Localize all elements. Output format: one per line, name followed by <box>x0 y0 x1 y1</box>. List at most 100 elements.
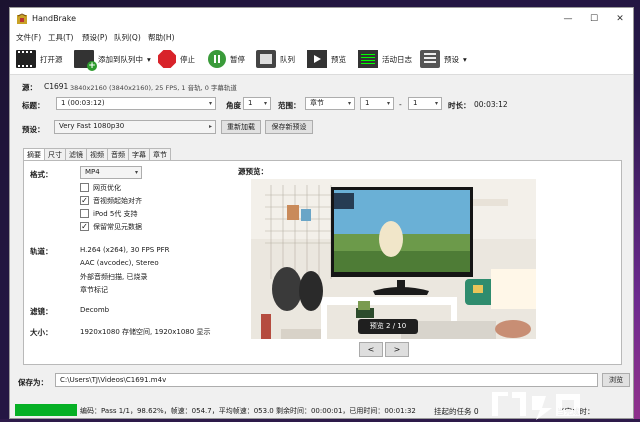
ipod-support-checkbox[interactable] <box>80 209 89 218</box>
chevron-down-icon[interactable]: ▾ <box>463 55 467 64</box>
handbrake-app-icon <box>17 13 27 24</box>
chevron-down-icon: ▾ <box>386 100 390 107</box>
preset-select-value: Very Fast 1080p30 <box>59 122 125 130</box>
open-source-label: 打开源 <box>40 54 63 64</box>
range-type-value: 章节 <box>310 99 324 107</box>
presets-icon <box>420 50 440 68</box>
chevron-down-icon: ▾ <box>347 100 351 107</box>
queue-pending-text: 挂起的任务 0 <box>434 407 479 416</box>
angle-select[interactable]: 1 ▾ <box>243 97 271 110</box>
add-to-queue-button[interactable]: 添加到队列中 ▾ <box>74 49 151 71</box>
chevron-down-icon: ▾ <box>434 100 438 107</box>
preset-label: 预设： <box>22 125 45 134</box>
preview-counter-badge: 预览 2 / 10 <box>358 319 418 334</box>
title-bar[interactable]: HandBrake — ☐ ✕ <box>10 8 633 30</box>
source-name: C1691 <box>44 82 69 91</box>
tab-dimensions[interactable]: 尺寸 <box>44 148 66 160</box>
menu-queue[interactable]: 队列(Q) <box>114 32 141 43</box>
size-label: 大小： <box>30 328 53 337</box>
pause-label: 暂停 <box>230 54 245 64</box>
preview-label: 预览 <box>331 54 346 64</box>
tab-filters[interactable]: 滤镜 <box>65 148 87 160</box>
handbrake-window: HandBrake — ☐ ✕ 文件(F) 工具(T) 预设(P) 队列(Q) … <box>9 7 634 420</box>
range-label: 范围： <box>278 101 301 110</box>
menu-presets[interactable]: 预设(P) <box>82 32 107 43</box>
ipod-support-label: iPod 5代 支持 <box>93 210 138 218</box>
queue-button[interactable]: 队列 <box>256 49 295 69</box>
filters-label: 滤镜： <box>30 307 53 316</box>
save-as-label: 保存为： <box>18 378 48 387</box>
tab-audio[interactable]: 音频 <box>107 148 129 160</box>
presets-button[interactable]: 预设 ▾ <box>420 49 467 69</box>
encode-progress-bar <box>15 404 77 416</box>
preview-icon <box>307 50 327 68</box>
queue-label: 队列 <box>280 54 295 64</box>
menu-bar: 文件(F) 工具(T) 预设(P) 队列(Q) 帮助(H) <box>10 30 633 44</box>
activity-log-button[interactable]: 活动日志 <box>358 49 412 69</box>
summary-panel: 格式： MP4 ▾ 网页优化 ✓ 音视频起始对齐 iPod 5代 支持 ✓ 保留常… <box>23 160 622 365</box>
range-start-value: 1 <box>365 99 370 107</box>
title-label: 标题： <box>22 101 45 110</box>
tab-subtitles[interactable]: 字幕 <box>128 148 150 160</box>
stop-label: 停止 <box>180 54 195 64</box>
pause-icon <box>208 50 226 68</box>
minimize-button[interactable]: — <box>558 11 578 27</box>
preview-button[interactable]: 预览 <box>307 49 346 69</box>
chevron-right-icon: ▸ <box>208 123 212 130</box>
chevron-down-icon[interactable]: ▾ <box>147 55 151 64</box>
pause-button[interactable]: 暂停 <box>208 49 245 69</box>
window-title: HandBrake <box>32 14 77 23</box>
source-preview-label: 源预览： <box>238 167 268 176</box>
tab-video[interactable]: 视频 <box>86 148 108 160</box>
browse-button[interactable]: 浏览 <box>602 373 630 387</box>
menu-file[interactable]: 文件(F) <box>16 32 41 43</box>
terminal-icon <box>358 50 378 68</box>
range-start-select[interactable]: 1 ▾ <box>360 97 394 110</box>
source-info: 3840x2160 (3840x2160), 25 FPS, 1 音轨, 0 字… <box>70 84 237 92</box>
open-source-button[interactable]: 打开源 <box>16 49 63 69</box>
chevron-down-icon: ▾ <box>134 169 138 176</box>
previous-preview-button[interactable]: < <box>359 342 383 357</box>
stop-button[interactable]: 停止 <box>158 49 195 69</box>
toolbar: 打开源 添加到队列中 ▾ 停止 暂停 队列 预览 活动日志 预设 <box>10 44 633 75</box>
align-av-label: 音视频起始对齐 <box>93 197 142 205</box>
add-queue-icon <box>74 50 97 71</box>
web-optimized-checkbox[interactable] <box>80 183 89 192</box>
chevron-down-icon: ▾ <box>263 100 267 107</box>
format-label: 格式： <box>30 170 53 179</box>
preset-select[interactable]: Very Fast 1080p30 ▸ <box>54 120 216 134</box>
watermark-logo <box>492 392 580 420</box>
stop-icon <box>158 50 176 68</box>
format-select-value: MP4 <box>85 168 100 176</box>
angle-label: 角度 <box>226 101 241 110</box>
chevron-down-icon: ▾ <box>208 100 212 107</box>
range-end-select[interactable]: 1 ▾ <box>408 97 442 110</box>
maximize-button[interactable]: ☐ <box>584 11 604 27</box>
save-path-input[interactable]: C:\Users\TJ\Videos\C1691.m4v <box>55 373 598 387</box>
encode-status-text: 编码：Pass 1/1，98.62%，帧速：054.7，平均帧速：053.0 剩… <box>80 407 416 415</box>
activity-log-label: 活动日志 <box>382 54 412 64</box>
reload-preset-button[interactable]: 重新加载 <box>221 120 261 134</box>
angle-select-value: 1 <box>248 99 253 107</box>
menu-tools[interactable]: 工具(T) <box>48 32 73 43</box>
keep-metadata-checkbox[interactable]: ✓ <box>80 222 89 231</box>
menu-help[interactable]: 帮助(H) <box>148 32 175 43</box>
settings-tabs: 摘要 尺寸 滤镜 视频 音频 字幕 章节 <box>23 148 171 161</box>
size-value: 1920x1080 存储空间, 1920x1080 显示 <box>80 328 211 336</box>
close-button[interactable]: ✕ <box>610 11 630 27</box>
title-select-value: 1 (00:03:12) <box>61 99 105 107</box>
film-icon <box>16 50 36 68</box>
source-preview-image <box>251 179 536 339</box>
format-select[interactable]: MP4 ▾ <box>80 166 142 179</box>
save-new-preset-button[interactable]: 保存新预设 <box>265 120 313 134</box>
presets-label: 预设 <box>444 54 459 64</box>
queue-icon <box>256 50 276 68</box>
next-preview-button[interactable]: > <box>385 342 409 357</box>
tab-chapters[interactable]: 章节 <box>149 148 171 160</box>
range-type-select[interactable]: 章节 ▾ <box>305 97 355 110</box>
track-item: 外部音频扫描, 已烧录 <box>80 273 148 281</box>
web-optimized-label: 网页优化 <box>93 184 121 192</box>
title-select[interactable]: 1 (00:03:12) ▾ <box>56 97 216 110</box>
align-av-checkbox[interactable]: ✓ <box>80 196 89 205</box>
track-item: AAC (avcodec), Stereo <box>80 259 159 267</box>
